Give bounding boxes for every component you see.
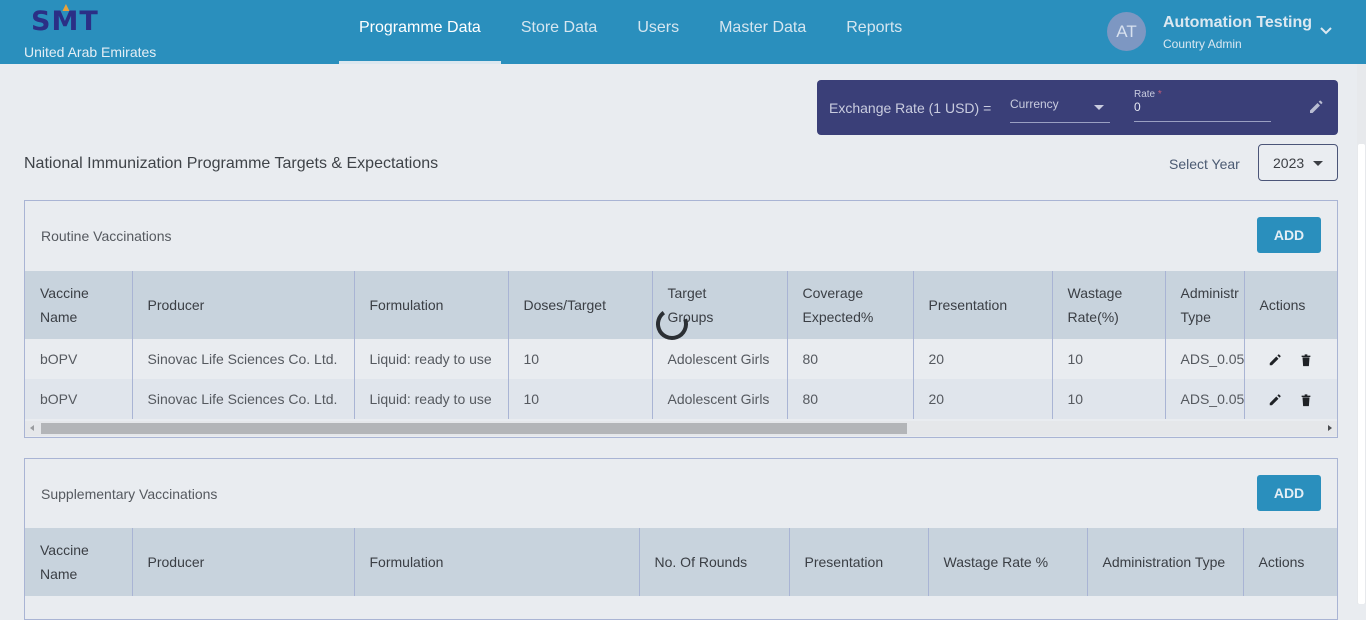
trash-icon[interactable]	[1299, 393, 1313, 407]
cell-presentation: 20	[913, 379, 1053, 419]
col-actions: Actions	[1244, 271, 1337, 339]
col-coverage-expected[interactable]: Coverage Expected%	[787, 271, 914, 339]
page-title: National Immunization Programme Targets …	[24, 155, 439, 172]
col-label: Administr	[1180, 285, 1239, 301]
add-routine-button[interactable]: ADD	[1257, 217, 1321, 253]
main-nav: Programme Data Store Data Users Master D…	[339, 0, 922, 64]
exchange-rate-label: Exchange Rate (1 USD) =	[829, 100, 992, 116]
cell-formulation: Liquid: ready to use	[354, 379, 509, 419]
cell-target-groups: Adolescent Girls	[652, 379, 788, 419]
cell-presentation: 20	[913, 339, 1053, 379]
supplementary-vaccinations-card: Supplementary Vaccinations ADD Vaccine Na…	[24, 458, 1338, 620]
country-name: United Arab Emirates	[24, 44, 157, 60]
col-formulation[interactable]: Formulation	[354, 271, 509, 339]
cell-formulation: Liquid: ready to use	[354, 339, 509, 379]
exchange-rate-panel: Exchange Rate (1 USD) = Currency Rate * …	[817, 80, 1338, 135]
top-app-bar: SMT ▲ United Arab Emirates Programme Dat…	[0, 0, 1366, 64]
cell-vaccine-name: bOPV	[25, 379, 133, 419]
cell-coverage-expected: 80	[787, 379, 914, 419]
pencil-icon[interactable]	[1268, 393, 1282, 407]
user-avatar[interactable]: AT	[1107, 12, 1146, 51]
col-vaccine-name[interactable]: Vaccine Name	[25, 528, 133, 596]
card-title: Routine Vaccinations	[41, 228, 172, 244]
pencil-icon[interactable]	[1308, 99, 1324, 115]
user-name: Automation Testing	[1163, 14, 1313, 31]
col-administration-type[interactable]: Administr Type	[1165, 271, 1245, 339]
add-supplementary-button[interactable]: ADD	[1257, 475, 1321, 511]
cell-vaccine-name: bOPV	[25, 339, 133, 379]
cell-doses-target: 10	[508, 379, 653, 419]
cell-administration-type: ADS_0.05	[1165, 379, 1245, 419]
cell-producer: Sinovac Life Sciences Co. Ltd.	[132, 379, 355, 419]
trash-icon[interactable]	[1299, 353, 1313, 367]
cell-doses-target: 10	[508, 339, 653, 379]
col-label: Target	[667, 285, 707, 301]
cell-wastage-rate: 10	[1052, 339, 1166, 379]
col-vaccine-name[interactable]: Vaccine Name	[25, 271, 133, 339]
chevron-down-icon[interactable]	[1317, 22, 1335, 40]
pencil-icon[interactable]	[1268, 353, 1282, 367]
loading-spinner-icon	[656, 308, 688, 340]
col-label: Wastage	[1067, 285, 1123, 301]
col-producer[interactable]: Producer	[132, 271, 355, 339]
year-select[interactable]: 2023	[1258, 144, 1338, 181]
col-label: Coverage	[802, 285, 864, 301]
currency-label: Currency	[1010, 97, 1059, 111]
cell-actions	[1244, 379, 1337, 419]
scrollbar-thumb[interactable]	[41, 423, 907, 434]
cell-target-groups: Adolescent Girls	[652, 339, 788, 379]
col-label: Name	[40, 566, 78, 582]
select-year-label: Select Year	[1169, 156, 1240, 172]
routine-table: Vaccine Name Producer Formulation Doses/T…	[25, 271, 1337, 419]
cell-producer: Sinovac Life Sciences Co. Ltd.	[132, 339, 355, 379]
col-label: Name	[40, 309, 78, 325]
cell-actions	[1244, 339, 1337, 379]
currency-select[interactable]: Currency	[1010, 94, 1110, 123]
required-marker: *	[1157, 89, 1162, 100]
col-presentation[interactable]: Presentation	[913, 271, 1053, 339]
rate-label: Rate *	[1134, 89, 1162, 100]
scroll-left-arrow-icon[interactable]	[30, 425, 34, 431]
table-header-row: Vaccine Name Producer Formulation No. Of …	[25, 528, 1337, 596]
nav-store-data[interactable]: Store Data	[501, 0, 617, 64]
nav-users[interactable]: Users	[617, 0, 699, 64]
col-wastage-rate[interactable]: Wastage Rate %	[928, 528, 1088, 596]
logo-spark-icon: ▲	[60, 0, 72, 14]
col-wastage-rate[interactable]: Wastage Rate(%)	[1052, 271, 1166, 339]
col-label: Vaccine	[40, 285, 89, 301]
rate-input[interactable]: Rate * 0	[1134, 89, 1271, 122]
nav-reports[interactable]: Reports	[826, 0, 922, 64]
card-title: Supplementary Vaccinations	[41, 486, 218, 502]
scroll-right-arrow-icon[interactable]	[1328, 425, 1332, 431]
table-row: bOPV Sinovac Life Sciences Co. Ltd. Liqu…	[25, 339, 1337, 379]
page-scrollbar-thumb[interactable]	[1358, 144, 1365, 604]
user-role: Country Admin	[1163, 37, 1242, 51]
dropdown-caret-icon	[1094, 105, 1104, 110]
col-doses-target[interactable]: Doses/Target	[508, 271, 653, 339]
col-producer[interactable]: Producer	[132, 528, 355, 596]
cell-coverage-expected: 80	[787, 339, 914, 379]
table-row: bOPV Sinovac Life Sciences Co. Ltd. Liqu…	[25, 379, 1337, 419]
col-label: Rate(%)	[1067, 309, 1119, 325]
col-label: Vaccine	[40, 542, 89, 558]
col-presentation[interactable]: Presentation	[789, 528, 929, 596]
col-no-of-rounds[interactable]: No. Of Rounds	[639, 528, 790, 596]
horizontal-scrollbar[interactable]	[25, 421, 1337, 436]
year-value: 2023	[1273, 155, 1305, 171]
page-scrollbar[interactable]	[1357, 64, 1366, 604]
col-label: Type	[1180, 309, 1211, 325]
rate-label-text: Rate	[1134, 89, 1156, 100]
dropdown-caret-icon	[1313, 161, 1323, 166]
col-formulation[interactable]: Formulation	[354, 528, 640, 596]
nav-master-data[interactable]: Master Data	[699, 0, 826, 64]
cell-wastage-rate: 10	[1052, 379, 1166, 419]
cell-administration-type: ADS_0.05	[1165, 339, 1245, 379]
rate-value[interactable]: 0	[1134, 100, 1141, 114]
nav-programme-data[interactable]: Programme Data	[339, 0, 501, 64]
col-label: Expected%	[802, 309, 874, 325]
col-administration-type[interactable]: Administration Type	[1087, 528, 1244, 596]
col-actions: Actions	[1243, 528, 1337, 596]
supplementary-table: Vaccine Name Producer Formulation No. Of …	[25, 528, 1337, 596]
